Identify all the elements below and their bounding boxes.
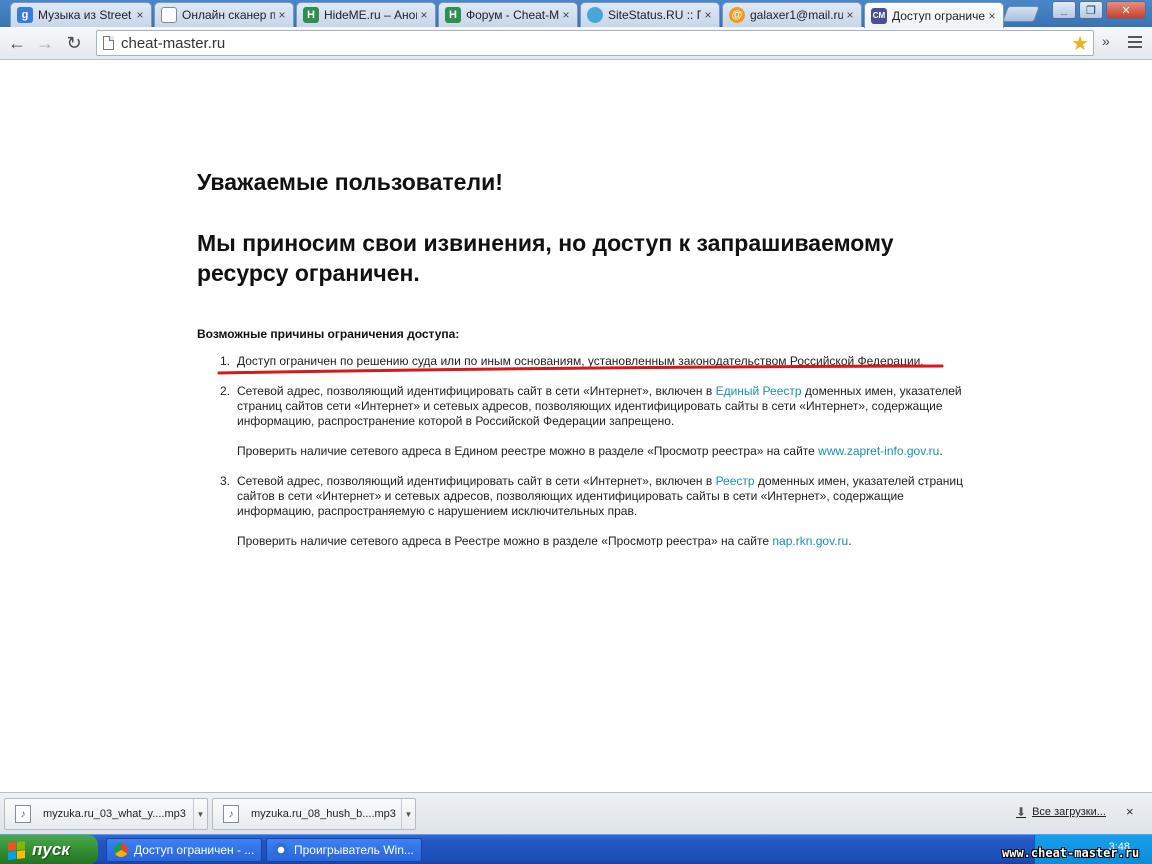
chevron-down-icon[interactable]: ▼: [193, 799, 207, 829]
reasons-title: Возможные причины ограничения доступа:: [197, 327, 460, 341]
google-icon: g: [17, 7, 33, 23]
close-icon[interactable]: ×: [985, 9, 999, 23]
tab-label: SiteStatus.RU :: П: [608, 8, 701, 22]
reason-text: Доступ ограничен по решению суда или по …: [237, 354, 924, 368]
start-button[interactable]: пуск: [0, 835, 98, 864]
tab-online-scanner[interactable]: Онлайн сканер п ×: [154, 2, 294, 27]
close-icon[interactable]: ×: [843, 8, 857, 22]
hideme-icon: H: [303, 7, 319, 23]
restore-icon[interactable]: ❐: [1079, 1, 1103, 19]
chevron-down-icon[interactable]: ▼: [401, 799, 415, 829]
taskbar-button-label: Доступ ограничен - ...: [134, 843, 255, 857]
bookmark-star-icon[interactable]: ★: [1071, 31, 1089, 56]
reason-text: Сетевой адрес, позволяющий идентифициров…: [237, 474, 716, 488]
tab-sitestatus[interactable]: SiteStatus.RU :: П ×: [580, 2, 720, 27]
menu-icon[interactable]: [1128, 36, 1142, 51]
show-all-label: Все загрузки...: [1032, 806, 1106, 818]
tab-hideme[interactable]: H HideME.ru – Анон ×: [296, 2, 436, 27]
check-text: Проверить наличие сетевого адреса в Един…: [237, 444, 819, 458]
download-arrow-icon: ⬇: [1016, 805, 1027, 819]
taskbar-button-chrome[interactable]: Доступ ограничен - ...: [106, 838, 262, 862]
tab-forum[interactable]: H Форум - Cheat-M ×: [438, 2, 578, 27]
tab-access-restricted[interactable]: CM Доступ ограниче ×: [864, 2, 1004, 28]
check-text: Проверить наличие сетевого адреса в Реес…: [237, 534, 773, 548]
download-item[interactable]: ♪ myzuka.ru_08_hush_b....mp3 ▼: [212, 798, 416, 830]
nap-rkn-link[interactable]: nap.rkn.gov.ru: [772, 534, 848, 548]
forward-arrow-icon[interactable]: →: [34, 32, 56, 54]
minimize-icon[interactable]: _: [1052, 1, 1076, 19]
mail-icon: @: [729, 7, 745, 23]
tab-label: Форум - Cheat-M: [466, 8, 559, 22]
sitestatus-icon: [587, 7, 603, 23]
url-text: cheat-master.ru: [121, 35, 226, 52]
screen: g Музыка из Street × Онлайн сканер п × H…: [0, 0, 1152, 864]
windows-logo-icon: [8, 840, 25, 860]
reason-check-2: Проверить наличие сетевого адреса в Един…: [237, 444, 977, 459]
download-filename: myzuka.ru_03_what_y....mp3: [43, 808, 186, 820]
reason-item-3: 3. Сетевой адрес, позволяющий идентифици…: [220, 474, 977, 519]
tab-mail[interactable]: @ galaxer1@mail.ru ×: [722, 2, 862, 27]
cm-icon: CM: [871, 7, 887, 24]
check-text-end: .: [939, 444, 943, 458]
reload-icon[interactable]: ↻: [63, 32, 85, 54]
reason-text: Сетевой адрес, позволяющий идентифициров…: [237, 384, 716, 398]
watermark-text: www.cheat-master.ru: [1002, 846, 1140, 860]
window-close-icon[interactable]: ✕: [1106, 1, 1146, 19]
download-filename: myzuka.ru_08_hush_b....mp3: [251, 808, 396, 820]
extensions-chevron-icon[interactable]: »: [1102, 33, 1110, 49]
back-arrow-icon[interactable]: ←: [6, 32, 28, 54]
tab-label: HideME.ru – Анон: [324, 8, 417, 22]
zapret-info-link[interactable]: www.zapret-info.gov.ru: [818, 444, 939, 458]
tab-music[interactable]: g Музыка из Street ×: [10, 2, 152, 27]
close-icon[interactable]: ×: [417, 8, 431, 22]
reason-item-1: 1. Доступ ограничен по решению суда или …: [220, 354, 977, 369]
tab-strip: g Музыка из Street × Онлайн сканер п × H…: [0, 0, 1152, 28]
browser-toolbar: ← → ↻ cheat-master.ru ★: [0, 27, 1152, 60]
tab-label: Музыка из Street: [38, 8, 132, 22]
check-text-end: .: [848, 534, 852, 548]
media-player-icon: [274, 843, 288, 857]
reason-number: 1.: [220, 354, 231, 368]
close-icon[interactable]: ×: [275, 8, 289, 22]
reason-number: 3.: [220, 474, 231, 488]
close-icon[interactable]: ×: [559, 8, 573, 22]
tab-label: Доступ ограниче: [892, 8, 985, 23]
window-controls: _ ❐ ✕: [1052, 1, 1146, 19]
downloads-shelf: ♪ myzuka.ru_03_what_y....mp3 ▼ ♪ myzuka.…: [0, 792, 1152, 834]
tab-label: Онлайн сканер п: [182, 8, 275, 22]
unified-registry-link[interactable]: Единый Реестр: [716, 384, 802, 398]
download-item[interactable]: ♪ myzuka.ru_03_what_y....mp3 ▼: [4, 798, 208, 830]
reason-item-2: 2. Сетевой адрес, позволяющий идентифици…: [220, 384, 977, 429]
chrome-icon: [114, 843, 128, 857]
reason-check-3: Проверить наличие сетевого адреса в Реес…: [237, 534, 977, 549]
close-icon[interactable]: ×: [133, 8, 147, 22]
page-content: Уважаемые пользователи! Мы приносим свои…: [0, 61, 1152, 792]
address-bar[interactable]: cheat-master.ru ★: [96, 30, 1094, 56]
show-all-downloads-link[interactable]: ⬇ Все загрузки...: [1016, 805, 1106, 819]
taskbar-button-label: Проигрыватель Win...: [294, 843, 414, 857]
page-icon: [161, 7, 177, 23]
new-tab-button[interactable]: [1002, 6, 1040, 22]
reason-number: 2.: [220, 384, 231, 398]
hideme-icon: H: [445, 7, 461, 23]
close-shelf-icon[interactable]: ×: [1126, 804, 1134, 819]
start-label: пуск: [32, 840, 70, 859]
tab-label: galaxer1@mail.ru: [750, 8, 843, 22]
audio-file-icon: ♪: [15, 805, 31, 823]
apology-heading: Мы приносим свои извинения, но доступ к …: [197, 230, 894, 286]
taskbar: пуск Доступ ограничен - ... Проигрывател…: [0, 834, 1152, 864]
registry-link[interactable]: Реестр: [716, 474, 755, 488]
close-icon[interactable]: ×: [701, 8, 715, 22]
taskbar-button-media-player[interactable]: Проигрыватель Win...: [266, 838, 422, 862]
page-icon: [103, 36, 114, 50]
greeting-heading: Уважаемые пользователи!: [197, 169, 503, 195]
audio-file-icon: ♪: [223, 805, 239, 823]
